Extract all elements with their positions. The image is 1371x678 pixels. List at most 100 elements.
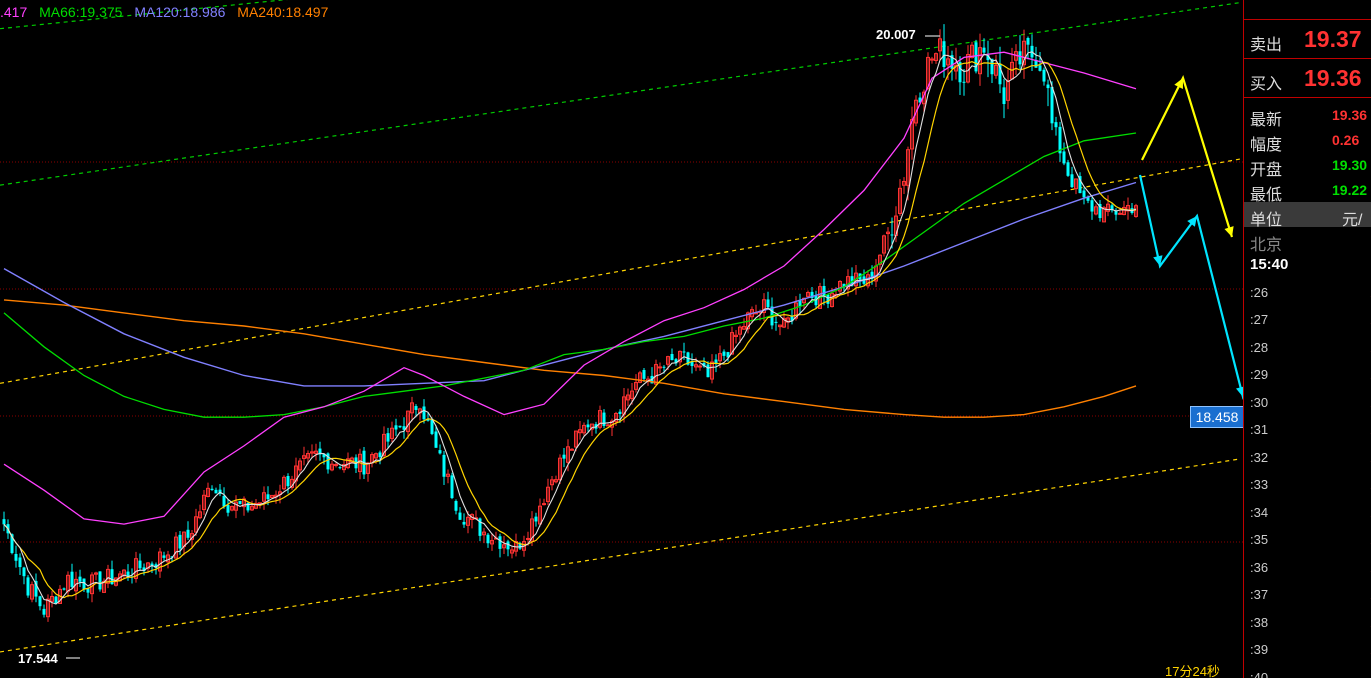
candle-body-down	[210, 488, 214, 491]
tick-time: :37	[1250, 587, 1269, 602]
tick-time: :32	[1250, 449, 1269, 465]
tick-time: :40	[1250, 669, 1269, 678]
candle-body-down	[1026, 37, 1030, 45]
tick-time: :36	[1250, 559, 1269, 575]
quote-panel: 如实 卖出 19.37 买入 19.36 最新 19.36 幅度 0.26 开盘…	[1243, 0, 1371, 678]
candle-body-down	[434, 431, 438, 448]
candle-body-up	[334, 464, 338, 467]
candle-body-down	[706, 364, 710, 378]
stat-value: 0.26	[1332, 132, 1360, 148]
legend-ma240: MA240:18.497	[237, 4, 329, 20]
tick-time-list[interactable]: 15:40:261:271:281:291:301:311:321:331:34…	[1244, 252, 1371, 678]
candle-body-down	[186, 529, 190, 538]
candle-body-down	[1082, 190, 1086, 198]
candle-body-down	[266, 494, 270, 500]
candle-body-down	[414, 406, 418, 410]
unit-row: 单位 元/	[1244, 202, 1371, 229]
tick-time: :38	[1250, 614, 1269, 630]
candle-body-down	[498, 536, 502, 549]
candle-body-down	[586, 424, 590, 428]
tick-time-row: :321	[1244, 445, 1371, 473]
tick-time: :26	[1250, 284, 1269, 300]
tick-time-row: :371	[1244, 582, 1371, 610]
legend-ma120: MA120:18.986	[134, 4, 226, 20]
candle-body-down	[1038, 65, 1042, 71]
candle-body-down	[18, 557, 22, 568]
channel-line	[0, 458, 1241, 653]
forecast-arrowhead	[1236, 386, 1243, 397]
tick-time: 15:40	[1250, 256, 1289, 273]
candle-body-down	[70, 571, 74, 587]
candle-body-down	[238, 500, 242, 505]
stat-value: 19.36	[1332, 107, 1368, 123]
forecast-arrowhead	[1187, 216, 1197, 227]
tick-time: :39	[1250, 642, 1269, 657]
ma66-line	[3, 132, 1137, 418]
candle-body-down	[138, 560, 142, 569]
candle-body-down	[682, 351, 686, 353]
candle-body-down	[766, 299, 770, 308]
candle-body-up	[542, 503, 546, 506]
tick-time-row: :361	[1244, 555, 1371, 583]
candle-body-up	[570, 448, 574, 451]
tick-time-row: :401	[1244, 665, 1371, 678]
candle-body-down	[454, 501, 458, 511]
candle-body-down	[54, 596, 58, 604]
candle-body-down	[450, 475, 454, 499]
candle-body-down	[486, 534, 490, 544]
candle-body-down	[22, 567, 26, 577]
candle-body-down	[386, 433, 390, 442]
tick-time-row: :341	[1244, 500, 1371, 528]
stat-range: 幅度 0.26	[1244, 127, 1371, 154]
countdown-timer: 17分24秒	[1165, 664, 1220, 678]
cursor-price-tag: 18.458	[1190, 406, 1244, 428]
tick-time: :29	[1250, 367, 1269, 382]
candle-body-down	[162, 555, 166, 558]
candle-body-down	[618, 411, 622, 415]
stat-value: 19.30	[1332, 157, 1368, 173]
tick-time: :33	[1250, 477, 1269, 492]
candle-body-down	[1050, 86, 1054, 124]
candle-body-down	[62, 588, 66, 590]
candle-body-down	[774, 321, 778, 323]
candle-body-down	[78, 576, 82, 582]
candle-body-down	[942, 41, 946, 67]
tick-time: :28	[1250, 339, 1269, 355]
candle-body-down	[214, 489, 218, 494]
candle-body-down	[602, 412, 606, 426]
tick-time-row: :331	[1244, 472, 1371, 500]
sell-row[interactable]: 卖出 19.37	[1244, 20, 1371, 59]
candle-body-down	[982, 47, 986, 53]
high-price-label: 20.007	[876, 27, 916, 42]
candle-body-down	[26, 577, 30, 596]
candle-body-down	[534, 516, 538, 522]
stat-low: 最低 19.22	[1244, 177, 1371, 204]
chart-canvas[interactable]	[0, 0, 1243, 678]
candle-body-up	[606, 424, 610, 427]
candle-body-down	[42, 608, 46, 615]
buy-value: 19.36	[1304, 65, 1362, 91]
candle-body-down	[422, 406, 426, 420]
candle-body-down	[890, 234, 894, 236]
tick-time-row: :271	[1244, 307, 1371, 335]
candle-body-down	[1066, 162, 1070, 176]
candle-body-up	[1118, 212, 1122, 215]
candle-body-down	[642, 369, 646, 379]
candle-body-down	[1002, 87, 1006, 105]
tick-time-row: :261	[1244, 280, 1371, 308]
candle-body-down	[662, 366, 666, 368]
channel-line	[0, 158, 1241, 384]
ma120-line	[3, 181, 1137, 387]
kline-chart[interactable]: .417 MA66:19.375 MA120:18.986 MA240:18.4…	[0, 0, 1243, 678]
sell-label: 卖出	[1250, 37, 1283, 54]
candle-body-down	[226, 504, 230, 513]
forecast-path-cyan	[1138, 174, 1243, 400]
candle-body-down	[442, 454, 446, 477]
candle-body-down	[398, 425, 402, 428]
candle-body-down	[458, 512, 462, 520]
candle-body-up	[526, 537, 530, 540]
tick-time-row: :291	[1244, 362, 1371, 390]
candle-body-down	[1018, 51, 1022, 65]
low-price-label: 17.544	[18, 651, 58, 666]
buy-row[interactable]: 买入 19.36	[1244, 59, 1371, 98]
